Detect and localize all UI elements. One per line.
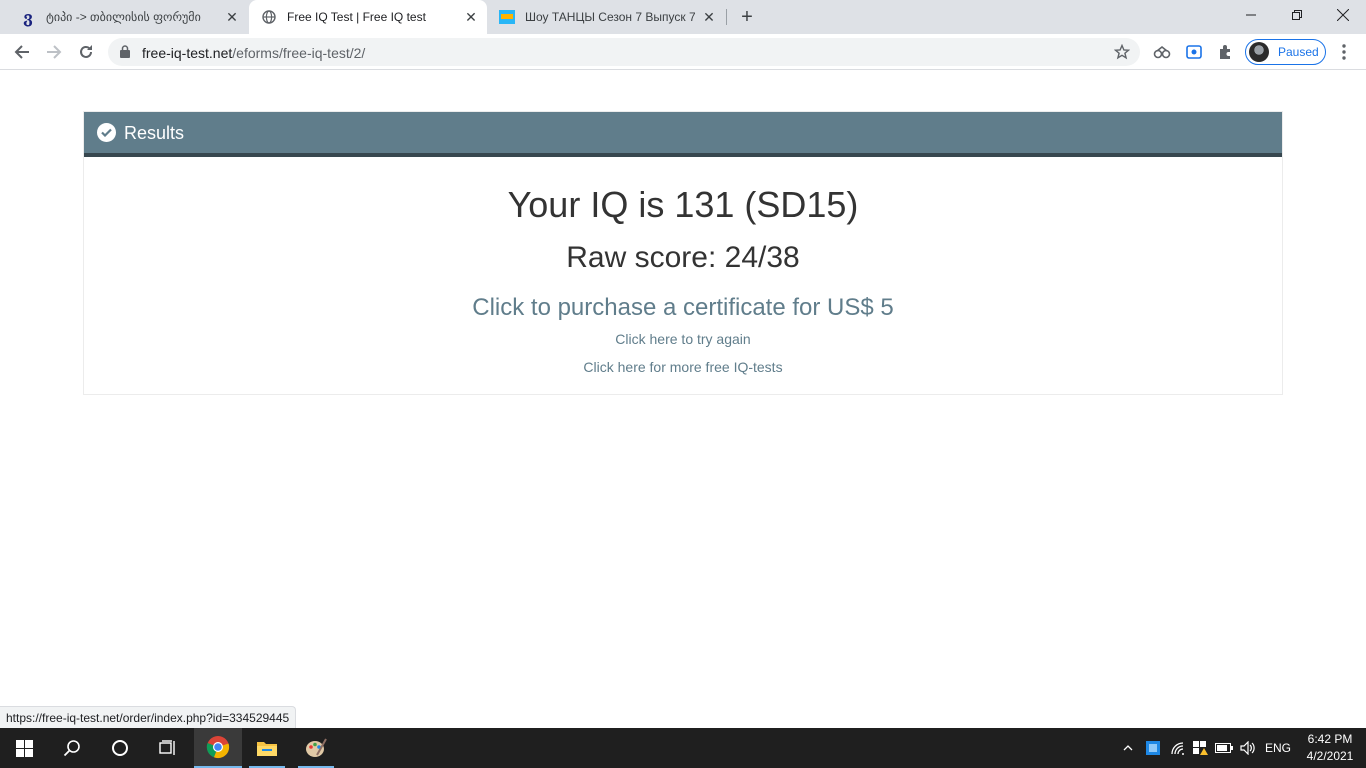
close-tab-icon[interactable]: ✕ <box>224 9 240 25</box>
url-host: free-iq-test.net <box>142 45 233 61</box>
back-arrow-icon[interactable] <box>10 40 34 64</box>
lock-icon[interactable] <box>120 45 130 63</box>
tab-separator <box>726 9 727 25</box>
results-title: Results <box>124 123 185 143</box>
bookmark-star-icon[interactable] <box>1113 43 1131 65</box>
raw-score-heading: Raw score: 24/38 <box>566 241 800 274</box>
close-tab-icon[interactable]: ✕ <box>463 9 479 25</box>
system-clock[interactable]: 6:42 PM 4/2/2021 <box>1300 731 1360 765</box>
try-again-link-text[interactable]: Click here to try again <box>615 331 750 347</box>
forward-arrow-icon[interactable] <box>42 40 66 64</box>
restore-button[interactable] <box>1274 0 1320 30</box>
task-view-icon[interactable] <box>144 728 192 768</box>
wifi-icon[interactable] <box>1168 728 1188 768</box>
tab-free-iq-test[interactable]: Free IQ Test | Free IQ test ✕ <box>249 0 487 34</box>
input-language[interactable]: ENG <box>1262 728 1294 768</box>
close-tab-icon[interactable]: ✕ <box>701 9 717 25</box>
tab-title: Free IQ Test | Free IQ test <box>287 10 426 24</box>
browser-toolbar: free-iq-test.net/eforms/free-iq-test/2/ … <box>0 34 1366 70</box>
url-path: /eforms/free-iq-test/2/ <box>232 45 366 61</box>
file-explorer-icon[interactable] <box>243 728 291 768</box>
profile-button[interactable]: Paused <box>1245 39 1326 65</box>
paint-icon[interactable] <box>292 728 340 768</box>
avatar <box>1249 42 1269 62</box>
more-tests-link-text[interactable]: Click here for more free IQ-tests <box>583 359 782 375</box>
results-card: Results Your IQ is 131 (SD15) Raw score:… <box>83 111 1283 395</box>
search-icon[interactable] <box>48 728 96 768</box>
try-again-link: Click here to try again <box>84 331 1282 347</box>
extensions-puzzle-icon[interactable] <box>1216 42 1236 62</box>
windows-start-icon[interactable] <box>0 728 48 768</box>
app-tray-icon[interactable] <box>1143 728 1163 768</box>
reload-icon[interactable] <box>74 40 98 64</box>
profile-status-label: Paused <box>1278 45 1319 59</box>
show-hidden-icons-chevron-icon[interactable] <box>1118 728 1138 768</box>
globe-icon <box>261 9 277 25</box>
purchase-certificate-link-text[interactable]: Click to purchase a certificate for US$ … <box>472 294 894 321</box>
tab-title: ტიპი -> თბილისის ფორუმი <box>46 10 201 24</box>
extension-cloud-icon[interactable] <box>1152 42 1172 62</box>
minimize-button[interactable] <box>1228 0 1274 30</box>
more-menu-icon[interactable] <box>1334 42 1354 62</box>
forum-logo-icon: ვ <box>23 7 33 27</box>
tab-title: Шоу ТАНЦЫ Сезон 7 Выпуск 7 с <box>525 10 695 24</box>
cortana-icon[interactable] <box>96 728 144 768</box>
clock-date: 4/2/2021 <box>1306 749 1354 763</box>
windows-taskbar: ENG 6:42 PM 4/2/2021 <box>0 728 1366 768</box>
battery-icon[interactable] <box>1213 728 1235 768</box>
clock-time: 6:42 PM <box>1307 732 1353 746</box>
volume-icon[interactable] <box>1238 728 1258 768</box>
security-warning-icon[interactable] <box>1190 728 1210 768</box>
link-status-bubble: https://free-iq-test.net/order/index.php… <box>0 706 297 728</box>
new-tab-button[interactable]: + <box>736 6 758 28</box>
check-circle-icon <box>97 123 116 142</box>
tab-forum[interactable]: ვ ტიპი -> თბილისის ფორუმი ✕ <box>8 0 248 34</box>
screen-capture-extension-icon[interactable] <box>1184 42 1204 62</box>
more-tests-link: Click here for more free IQ-tests <box>84 359 1282 375</box>
tab-strip: ვ ტიპი -> თბილისის ფორუმი ✕ Free IQ Test… <box>0 0 1366 34</box>
close-window-button[interactable] <box>1320 0 1366 30</box>
video-thumbnail-icon <box>499 9 515 25</box>
address-bar[interactable]: free-iq-test.net/eforms/free-iq-test/2/ <box>108 38 1140 66</box>
results-header: Results <box>84 112 1282 157</box>
url-text: free-iq-test.net/eforms/free-iq-test/2/ <box>142 45 365 61</box>
tab-video[interactable]: Шоу ТАНЦЫ Сезон 7 Выпуск 7 с ✕ <box>487 0 725 34</box>
iq-score-heading: Your IQ is 131 (SD15) <box>507 184 859 225</box>
purchase-certificate-link: Click to purchase a certificate for US$ … <box>84 294 1282 322</box>
chrome-taskbar-icon[interactable] <box>194 728 242 768</box>
